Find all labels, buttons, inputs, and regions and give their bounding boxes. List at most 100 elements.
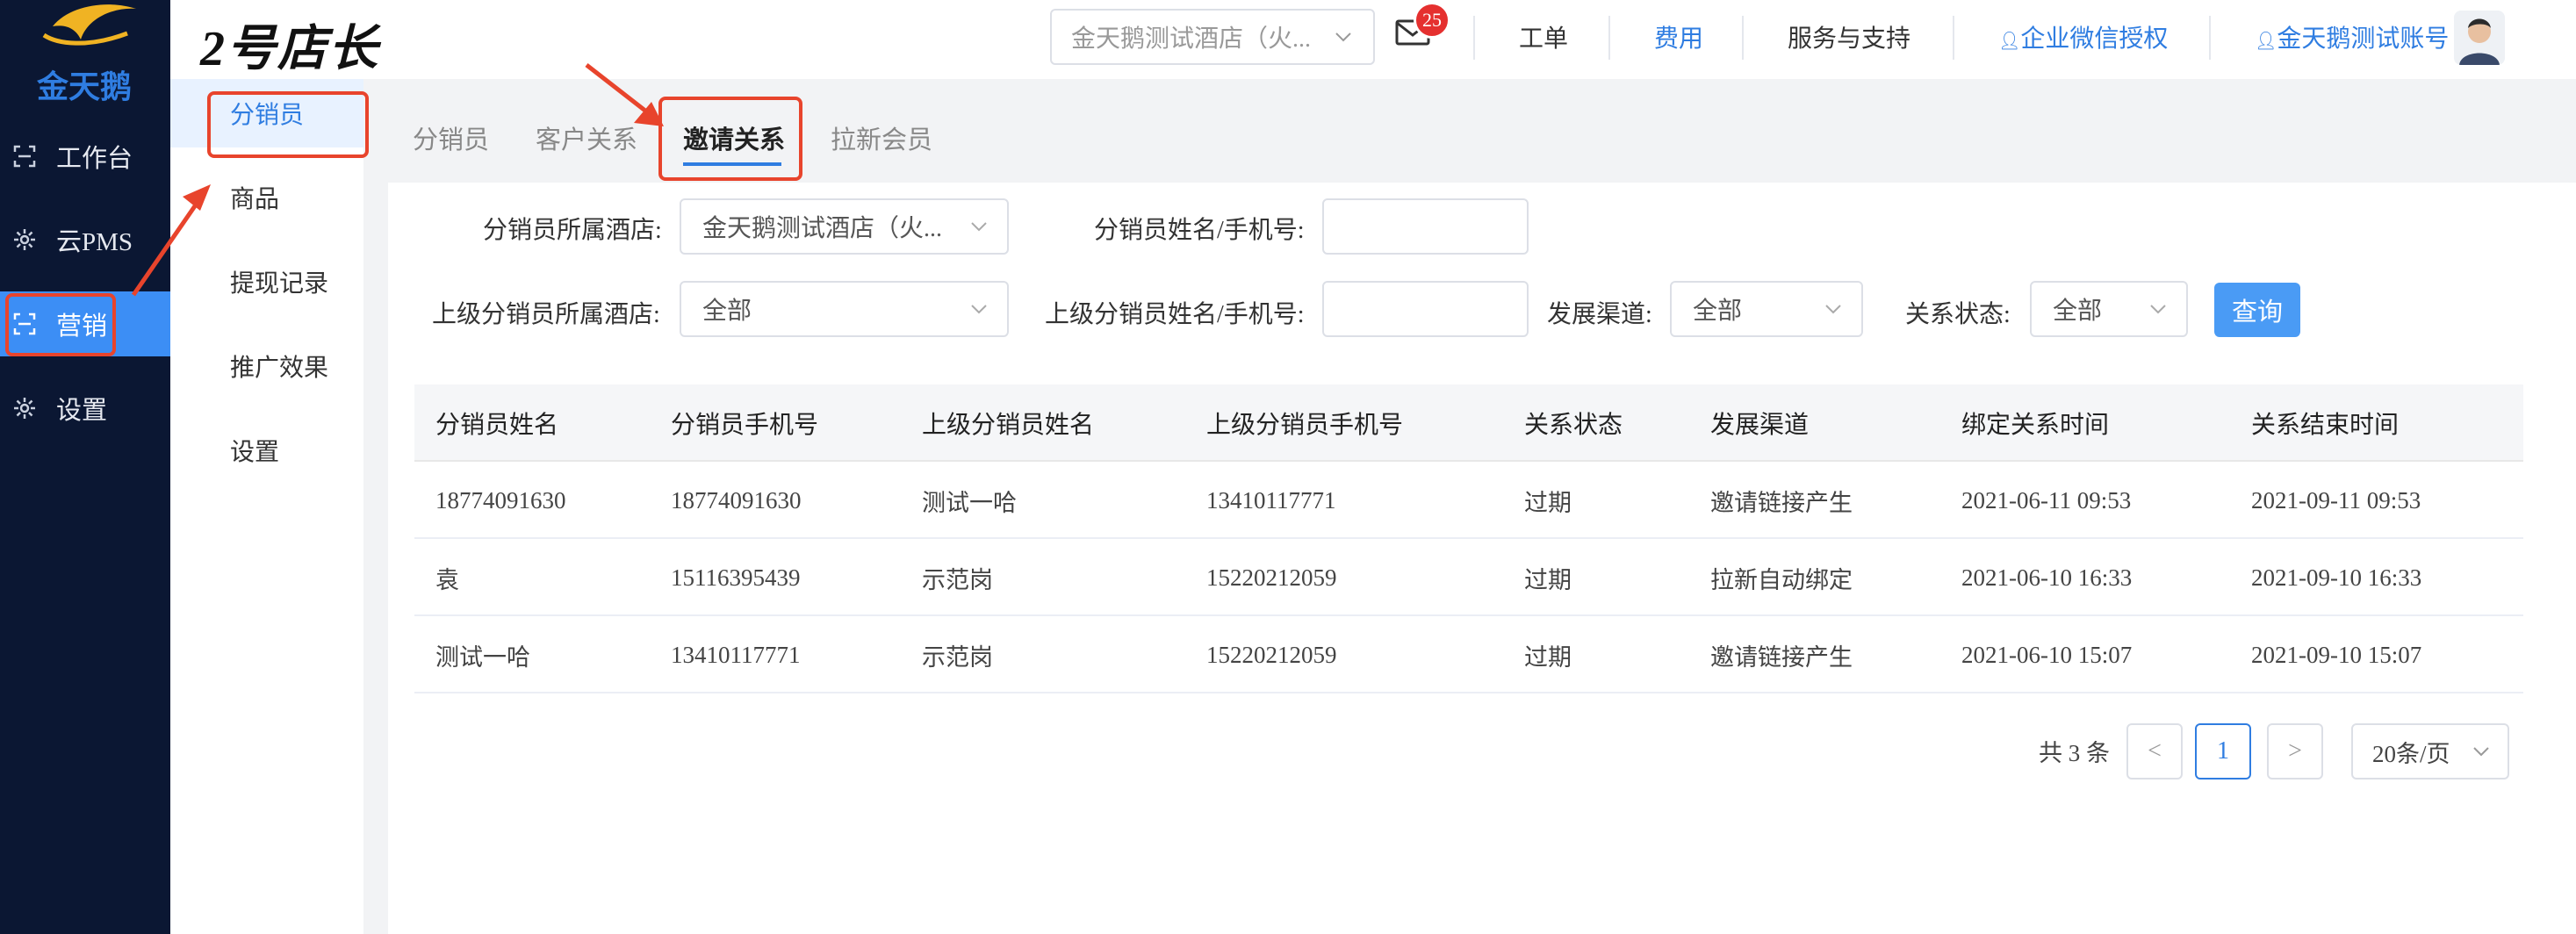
fees-link[interactable]: 费用 bbox=[1654, 19, 1703, 54]
filter-status-select[interactable]: 全部 bbox=[2030, 281, 2188, 337]
filter-channel-value: 全部 bbox=[1693, 298, 1743, 325]
filter-parent-hotel-label: 上级分销员所属酒店: bbox=[432, 301, 660, 328]
notification-badge: 25 bbox=[1414, 2, 1450, 39]
filter-name-input[interactable] bbox=[1322, 198, 1529, 255]
scan-icon bbox=[12, 144, 37, 169]
table-cell: 过期 bbox=[1524, 643, 1572, 671]
tab-distributor[interactable]: 分销员 bbox=[413, 119, 489, 156]
filter-hotel-select[interactable]: 金天鹅测试酒店（火... bbox=[680, 198, 1009, 255]
annotation-box-invite-tab bbox=[658, 97, 802, 181]
nav-label: 云PMS bbox=[56, 228, 133, 256]
table-cell: 18774091630 bbox=[671, 486, 802, 514]
table-cell: 袁 bbox=[435, 566, 459, 593]
table-cell: 15220212059 bbox=[1206, 641, 1337, 668]
pagination-prev-button[interactable]: < bbox=[2126, 723, 2183, 780]
logo-text: 金天鹅 bbox=[37, 69, 133, 105]
annotation-box-marketing bbox=[5, 293, 116, 356]
filter-status-value: 全部 bbox=[2053, 298, 2103, 325]
table-cell: 过期 bbox=[1524, 566, 1572, 593]
filter-hotel-value: 金天鹅测试酒店（火... bbox=[702, 215, 943, 242]
column-header: 上级分销员手机号 bbox=[1206, 412, 1404, 439]
submenu-label: 商品 bbox=[230, 186, 280, 213]
table-cell: 2021-06-10 15:07 bbox=[1961, 641, 2133, 668]
table-row: 18774091630 18774091630 测试一哈 13410117771… bbox=[414, 462, 2523, 539]
table-cell: 测试一哈 bbox=[435, 643, 530, 671]
nav-item-cloud-pms[interactable]: 云PMS bbox=[0, 207, 170, 272]
chevron-down-icon bbox=[1823, 298, 1844, 327]
table-cell: 15116395439 bbox=[671, 564, 801, 591]
table-cell: 2021-06-11 09:53 bbox=[1961, 486, 2132, 514]
table-cell: 示范岗 bbox=[922, 643, 993, 671]
filter-name-label: 分销员姓名/手机号: bbox=[1094, 217, 1305, 244]
header-divider bbox=[1742, 16, 1744, 60]
nav-label: 工作台 bbox=[56, 145, 133, 173]
column-header: 发展渠道 bbox=[1710, 412, 1810, 439]
pagination-page-button[interactable]: 1 bbox=[2195, 723, 2251, 780]
brand-logo: 金天鹅 bbox=[26, 0, 145, 105]
column-header: 分销员姓名 bbox=[435, 412, 559, 439]
table-cell: 13410117771 bbox=[671, 641, 801, 668]
table-cell: 2021-09-11 09:53 bbox=[2251, 486, 2421, 514]
filter-parent-name-label: 上级分销员姓名/手机号: bbox=[1045, 301, 1305, 328]
marketing-submenu: 分销员 商品 提现记录 推广效果 设置 bbox=[170, 79, 363, 934]
filter-parent-hotel-select[interactable]: 全部 bbox=[680, 281, 1009, 337]
submenu-label: 设置 bbox=[230, 439, 280, 466]
table-cell: 邀请链接产生 bbox=[1710, 643, 1853, 671]
nav-item-workbench[interactable]: 工作台 bbox=[0, 124, 170, 189]
chevron-down-icon bbox=[968, 298, 989, 327]
column-header: 绑定关系时间 bbox=[1961, 412, 2110, 439]
account-label: 金天鹅测试账号 bbox=[2277, 25, 2450, 53]
pagination-total: 共 3 条 bbox=[2039, 740, 2110, 766]
table-cell: 2021-09-10 15:07 bbox=[2251, 641, 2422, 668]
avatar[interactable] bbox=[2454, 11, 2505, 65]
table-cell: 过期 bbox=[1524, 489, 1572, 516]
filter-channel-label: 发展渠道: bbox=[1547, 301, 1652, 328]
table-cell: 示范岗 bbox=[922, 566, 993, 593]
table-cell: 2021-06-10 16:33 bbox=[1961, 564, 2133, 591]
table-cell: 拉新自动绑定 bbox=[1710, 566, 1853, 593]
account-link[interactable]: 👤︎金天鹅测试账号 bbox=[2255, 19, 2449, 54]
work-order-link[interactable]: 工单 bbox=[1519, 19, 1568, 54]
submenu-item-products[interactable]: 商品 bbox=[170, 163, 363, 232]
filter-parent-name-input[interactable] bbox=[1322, 281, 1529, 337]
header-divider bbox=[1953, 16, 1954, 60]
gear-icon bbox=[12, 396, 37, 420]
header-divider bbox=[1473, 16, 1475, 60]
table-cell: 13410117771 bbox=[1206, 486, 1336, 514]
filter-channel-select[interactable]: 全部 bbox=[1670, 281, 1863, 337]
brand-title: 2号店长 bbox=[200, 22, 379, 76]
wecom-auth-label: 企业微信授权 bbox=[2020, 25, 2169, 53]
wecom-auth-link[interactable]: 👤︎企业微信授权 bbox=[1998, 19, 2168, 54]
submenu-label: 推广效果 bbox=[230, 355, 329, 382]
tab-new-members[interactable]: 拉新会员 bbox=[831, 119, 932, 156]
hotel-switcher[interactable]: 金天鹅测试酒店（火... bbox=[1050, 9, 1375, 65]
table-row: 测试一哈 13410117771 示范岗 15220212059 过期 邀请链接… bbox=[414, 616, 2523, 693]
user-icon: 👤︎ bbox=[1998, 32, 2021, 51]
submenu-item-settings[interactable]: 设置 bbox=[170, 416, 363, 485]
annotation-box-distributor bbox=[207, 91, 369, 158]
filter-parent-hotel-value: 全部 bbox=[702, 298, 752, 325]
submenu-item-promotion-effect[interactable]: 推广效果 bbox=[170, 332, 363, 400]
user-icon: 👤︎ bbox=[2255, 32, 2277, 51]
chevron-down-icon bbox=[2148, 298, 2169, 327]
page-size-select[interactable]: 20条/页 bbox=[2351, 723, 2509, 780]
column-header: 关系结束时间 bbox=[2251, 412, 2400, 439]
pagination-next-button[interactable]: > bbox=[2267, 723, 2323, 780]
nav-label: 设置 bbox=[56, 397, 108, 425]
chevron-down-icon bbox=[2471, 741, 2492, 768]
chevron-down-icon bbox=[968, 216, 989, 244]
nav-item-settings[interactable]: 设置 bbox=[0, 376, 170, 441]
header-divider bbox=[1608, 16, 1610, 60]
filter-status-label: 关系状态: bbox=[1905, 301, 2011, 328]
submenu-item-withdraw-records[interactable]: 提现记录 bbox=[170, 248, 363, 316]
query-button[interactable]: 查询 bbox=[2214, 283, 2300, 337]
hotel-switcher-value: 金天鹅测试酒店（火... bbox=[1071, 25, 1312, 53]
table-cell: 2021-09-10 16:33 bbox=[2251, 564, 2422, 591]
table-row: 袁 15116395439 示范岗 15220212059 过期 拉新自动绑定 … bbox=[414, 539, 2523, 616]
tab-customer-relations[interactable]: 客户关系 bbox=[536, 119, 637, 156]
invite-relations-table: 分销员姓名 分销员手机号 上级分销员姓名 上级分销员手机号 关系状态 发展渠道 … bbox=[414, 384, 2523, 693]
table-cell: 18774091630 bbox=[435, 486, 566, 514]
service-support-link[interactable]: 服务与支持 bbox=[1788, 19, 1910, 54]
filter-hotel-label: 分销员所属酒店: bbox=[483, 217, 662, 244]
column-header: 上级分销员姓名 bbox=[922, 412, 1095, 439]
